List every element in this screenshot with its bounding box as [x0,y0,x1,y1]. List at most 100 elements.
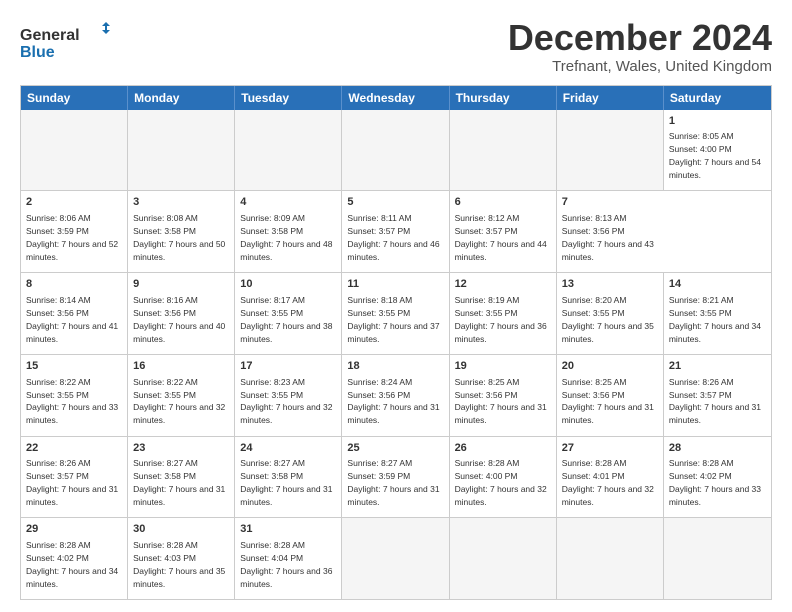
cell-6-3: 31 Sunrise: 8:28 AMSunset: 4:04 PMDaylig… [235,518,342,599]
day-number: 18 [347,359,443,374]
cell-1-4 [342,110,449,191]
cell-info: Sunrise: 8:27 AMSunset: 3:59 PMDaylight:… [347,458,439,507]
header-sunday: Sunday [21,86,128,110]
cell-info: Sunrise: 8:14 AMSunset: 3:56 PMDaylight:… [26,295,118,344]
cell-5-2: 23 Sunrise: 8:27 AMSunset: 3:58 PMDaylig… [128,437,235,518]
svg-text:General: General [20,27,80,44]
week-5: 22 Sunrise: 8:26 AMSunset: 3:57 PMDaylig… [21,437,771,519]
day-number: 15 [26,359,122,374]
day-number: 3 [133,195,229,210]
day-number: 30 [133,522,229,537]
cell-2-1: 2 Sunrise: 8:06 AMSunset: 3:59 PMDayligh… [21,191,128,272]
cell-info: Sunrise: 8:28 AMSunset: 4:01 PMDaylight:… [562,458,654,507]
page: General Blue December 2024 Trefnant, Wal… [0,0,792,612]
header: General Blue December 2024 Trefnant, Wal… [20,18,772,75]
cell-5-5: 26 Sunrise: 8:28 AMSunset: 4:00 PMDaylig… [450,437,557,518]
calendar-body: 1 Sunrise: 8:05 AMSunset: 4:00 PMDayligh… [21,110,771,599]
main-title: December 2024 [508,18,772,58]
cell-6-2: 30 Sunrise: 8:28 AMSunset: 4:03 PMDaylig… [128,518,235,599]
cell-6-6 [557,518,664,599]
cell-info: Sunrise: 8:20 AMSunset: 3:55 PMDaylight:… [562,295,654,344]
cell-info: Sunrise: 8:28 AMSunset: 4:02 PMDaylight:… [669,458,761,507]
day-number: 31 [240,522,336,537]
cell-4-6: 20 Sunrise: 8:25 AMSunset: 3:56 PMDaylig… [557,355,664,436]
cell-1-5 [450,110,557,191]
day-number: 5 [347,195,443,210]
day-number: 6 [455,195,551,210]
cell-4-1: 15 Sunrise: 8:22 AMSunset: 3:55 PMDaylig… [21,355,128,436]
cell-info: Sunrise: 8:16 AMSunset: 3:56 PMDaylight:… [133,295,225,344]
day-number: 28 [669,441,766,456]
cell-4-3: 17 Sunrise: 8:23 AMSunset: 3:55 PMDaylig… [235,355,342,436]
day-number: 27 [562,441,658,456]
cell-2-3: 4 Sunrise: 8:09 AMSunset: 3:58 PMDayligh… [235,191,342,272]
cell-6-5 [450,518,557,599]
cell-6-1: 29 Sunrise: 8:28 AMSunset: 4:02 PMDaylig… [21,518,128,599]
day-number: 22 [26,441,122,456]
cell-6-4 [342,518,449,599]
cell-info: Sunrise: 8:28 AMSunset: 4:00 PMDaylight:… [455,458,547,507]
header-friday: Friday [557,86,664,110]
cell-1-3 [235,110,342,191]
cell-info: Sunrise: 8:27 AMSunset: 3:58 PMDaylight:… [133,458,225,507]
title-area: December 2024 Trefnant, Wales, United Ki… [508,18,772,75]
svg-text:Blue: Blue [20,44,55,61]
cell-5-7: 28 Sunrise: 8:28 AMSunset: 4:02 PMDaylig… [664,437,771,518]
cell-info: Sunrise: 8:21 AMSunset: 3:55 PMDaylight:… [669,295,761,344]
cell-info: Sunrise: 8:27 AMSunset: 3:58 PMDaylight:… [240,458,332,507]
cell-2-6: 7 Sunrise: 8:13 AMSunset: 3:56 PMDayligh… [557,191,664,272]
cell-2-2: 3 Sunrise: 8:08 AMSunset: 3:58 PMDayligh… [128,191,235,272]
day-number: 16 [133,359,229,374]
day-number: 13 [562,277,658,292]
day-number: 9 [133,277,229,292]
week-6: 29 Sunrise: 8:28 AMSunset: 4:02 PMDaylig… [21,518,771,599]
cell-3-5: 12 Sunrise: 8:19 AMSunset: 3:55 PMDaylig… [450,273,557,354]
cell-1-1 [21,110,128,191]
week-3: 8 Sunrise: 8:14 AMSunset: 3:56 PMDayligh… [21,273,771,355]
logo-svg: General Blue [20,22,110,62]
cell-info: Sunrise: 8:06 AMSunset: 3:59 PMDaylight:… [26,213,118,262]
cell-info: Sunrise: 8:05 AMSunset: 4:00 PMDaylight:… [669,131,761,180]
header-tuesday: Tuesday [235,86,342,110]
cell-info: Sunrise: 8:11 AMSunset: 3:57 PMDaylight:… [347,213,439,262]
cell-info: Sunrise: 8:28 AMSunset: 4:03 PMDaylight:… [133,540,225,589]
cell-3-4: 11 Sunrise: 8:18 AMSunset: 3:55 PMDaylig… [342,273,449,354]
cell-5-6: 27 Sunrise: 8:28 AMSunset: 4:01 PMDaylig… [557,437,664,518]
header-wednesday: Wednesday [342,86,449,110]
day-number: 11 [347,277,443,292]
week-4: 15 Sunrise: 8:22 AMSunset: 3:55 PMDaylig… [21,355,771,437]
day-number: 7 [562,195,659,210]
day-number: 8 [26,277,122,292]
cell-5-1: 22 Sunrise: 8:26 AMSunset: 3:57 PMDaylig… [21,437,128,518]
cell-3-6: 13 Sunrise: 8:20 AMSunset: 3:55 PMDaylig… [557,273,664,354]
cell-3-2: 9 Sunrise: 8:16 AMSunset: 3:56 PMDayligh… [128,273,235,354]
cell-5-3: 24 Sunrise: 8:27 AMSunset: 3:58 PMDaylig… [235,437,342,518]
subtitle: Trefnant, Wales, United Kingdom [508,58,772,75]
cell-info: Sunrise: 8:28 AMSunset: 4:04 PMDaylight:… [240,540,332,589]
cell-info: Sunrise: 8:09 AMSunset: 3:58 PMDaylight:… [240,213,332,262]
day-number: 29 [26,522,122,537]
cell-2-5: 6 Sunrise: 8:12 AMSunset: 3:57 PMDayligh… [450,191,557,272]
cell-4-7: 21 Sunrise: 8:26 AMSunset: 3:57 PMDaylig… [664,355,771,436]
day-number: 14 [669,277,766,292]
logo: General Blue [20,22,110,62]
cell-info: Sunrise: 8:13 AMSunset: 3:56 PMDaylight:… [562,213,654,262]
day-number: 2 [26,195,122,210]
day-number: 26 [455,441,551,456]
cell-3-1: 8 Sunrise: 8:14 AMSunset: 3:56 PMDayligh… [21,273,128,354]
cell-3-7: 14 Sunrise: 8:21 AMSunset: 3:55 PMDaylig… [664,273,771,354]
cell-3-3: 10 Sunrise: 8:17 AMSunset: 3:55 PMDaylig… [235,273,342,354]
header-thursday: Thursday [450,86,557,110]
day-number: 25 [347,441,443,456]
day-number: 17 [240,359,336,374]
day-number: 23 [133,441,229,456]
cell-info: Sunrise: 8:25 AMSunset: 3:56 PMDaylight:… [562,377,654,426]
cell-4-5: 19 Sunrise: 8:25 AMSunset: 3:56 PMDaylig… [450,355,557,436]
day-number: 21 [669,359,766,374]
cell-info: Sunrise: 8:25 AMSunset: 3:56 PMDaylight:… [455,377,547,426]
cell-4-2: 16 Sunrise: 8:22 AMSunset: 3:55 PMDaylig… [128,355,235,436]
cell-2-4: 5 Sunrise: 8:11 AMSunset: 3:57 PMDayligh… [342,191,449,272]
cell-info: Sunrise: 8:26 AMSunset: 3:57 PMDaylight:… [669,377,761,426]
day-number: 19 [455,359,551,374]
cell-info: Sunrise: 8:23 AMSunset: 3:55 PMDaylight:… [240,377,332,426]
